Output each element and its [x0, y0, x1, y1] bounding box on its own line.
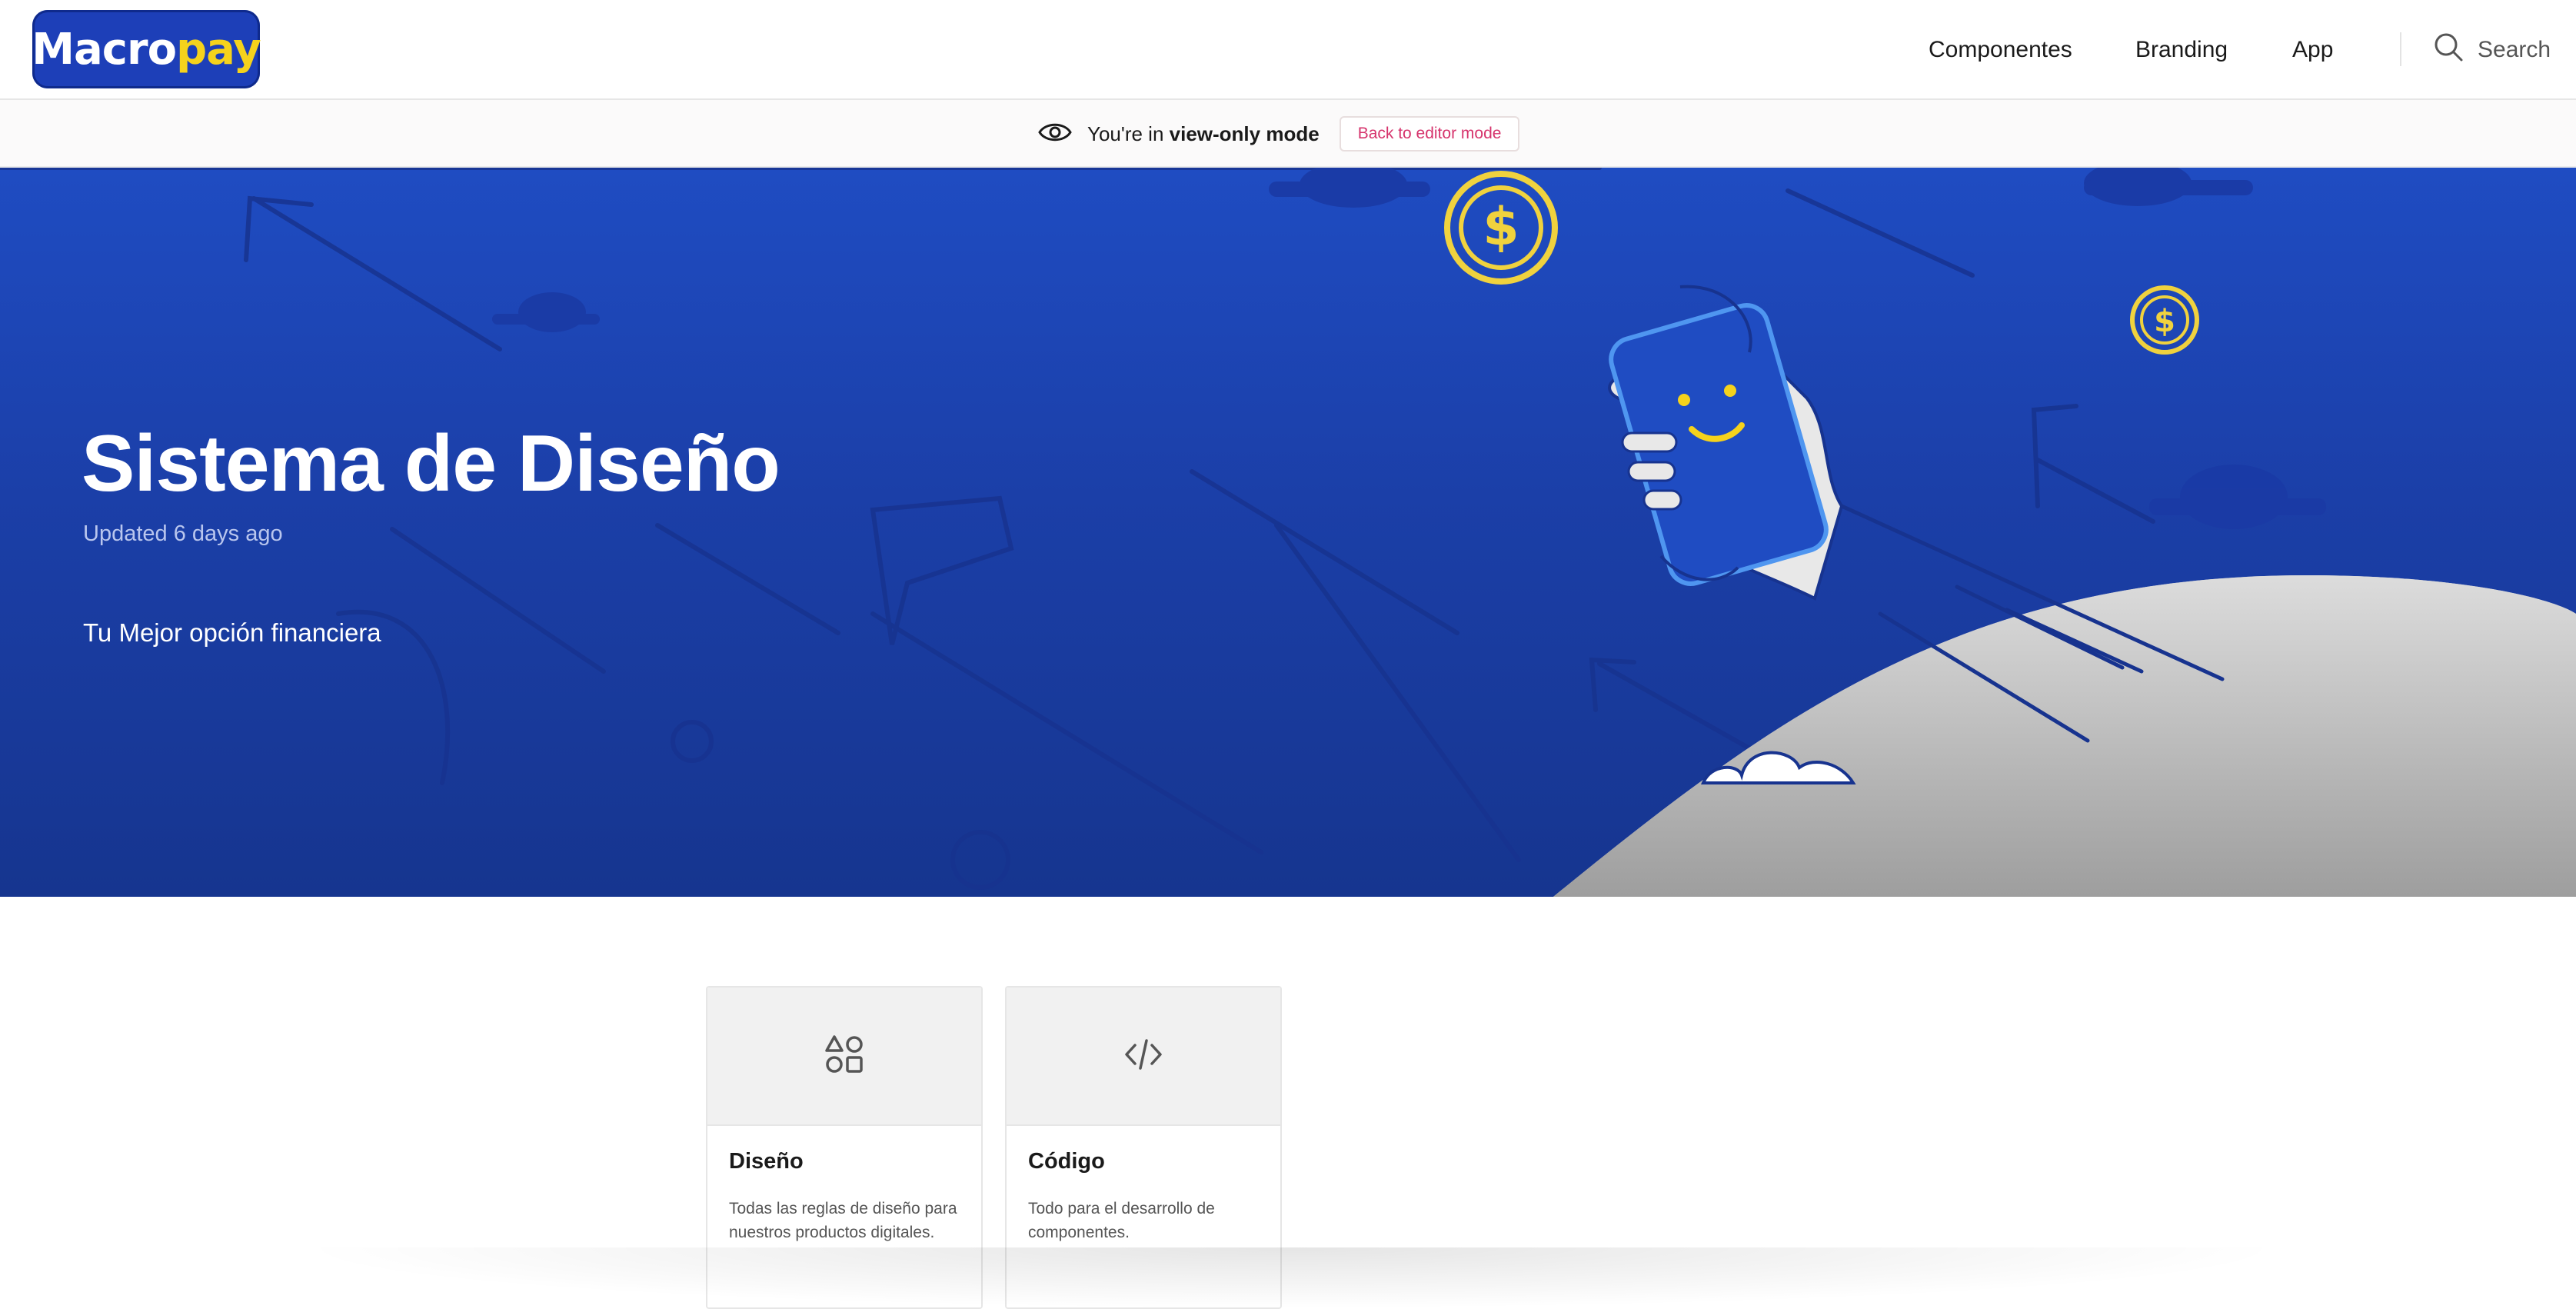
svg-text:$: $	[1483, 197, 1519, 258]
nav-divider	[2400, 32, 2401, 66]
view-mode-prefix: You're in	[1087, 122, 1170, 145]
svg-text:$: $	[2154, 304, 2175, 339]
last-updated: Updated 6 days ago	[83, 521, 283, 546]
view-mode-label: view-only mode	[1169, 122, 1320, 145]
card-description: Todas las reglas de diseño para nuestros…	[729, 1200, 957, 1241]
card-thumbnail	[1007, 988, 1280, 1126]
shapes-icon	[824, 1034, 864, 1078]
logo-text-pay: pay	[176, 24, 261, 75]
coin-icon-large: $	[1444, 171, 1558, 285]
eye-icon	[1038, 120, 1072, 148]
hero-illustration: $ $	[0, 168, 2576, 897]
hero-tagline: Tu Mejor opción financiera	[83, 618, 381, 647]
card-title: Código	[1028, 1149, 1105, 1174]
nav-item-componentes[interactable]: Componentes	[1929, 37, 2072, 63]
card-thumbnail	[707, 988, 981, 1126]
hero-banner: $ $ Sistema de Diseño Updated 6 days ago…	[0, 168, 2576, 897]
view-mode-banner: You're in view-only mode Back to editor …	[0, 100, 2576, 168]
macropay-logo[interactable]: Macro pay	[32, 10, 261, 88]
bottom-shadow	[292, 1247, 2291, 1309]
view-mode-message: You're in view-only mode	[1087, 122, 1320, 146]
back-to-editor-button[interactable]: Back to editor mode	[1339, 116, 1520, 152]
card-title: Diseño	[729, 1149, 804, 1174]
top-navigation-bar: Macro pay Componentes Branding App Search	[0, 0, 2576, 100]
search-icon	[2433, 32, 2464, 68]
card-description: Todo para el desarrollo de componentes.	[1028, 1200, 1215, 1241]
page-title: Sistema de Diseño	[82, 419, 780, 508]
nav-item-app[interactable]: App	[2292, 37, 2333, 63]
search-label: Search	[2478, 37, 2551, 62]
nav-item-branding[interactable]: Branding	[2135, 37, 2228, 63]
search-button[interactable]: Search	[2433, 31, 2551, 69]
logo-text-macro: Macro	[32, 24, 177, 75]
coin-icon-small: $	[2130, 285, 2199, 355]
code-icon	[1123, 1038, 1163, 1075]
